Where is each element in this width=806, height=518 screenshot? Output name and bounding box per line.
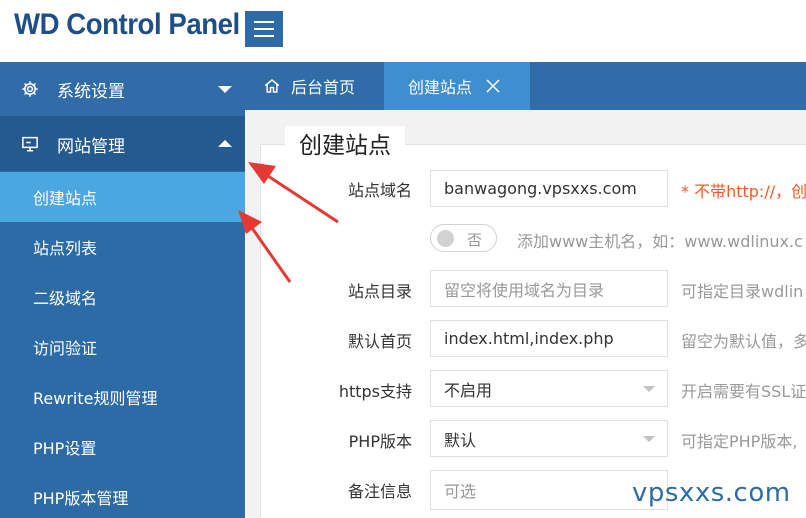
tab-home[interactable]: 后台首页 (245, 62, 383, 110)
https-hint: 开启需要有SSL证 (681, 382, 806, 401)
note-label: 备注信息 (347, 482, 412, 501)
directory-input[interactable]: 留空将使用域名为目录 (430, 270, 668, 307)
menu-toggle-button[interactable] (245, 11, 283, 47)
gear-icon (20, 79, 40, 99)
domain-label: 站点域名 (347, 181, 412, 200)
tab-label: 后台首页 (291, 78, 356, 97)
https-select[interactable]: 不启用 (430, 370, 668, 407)
sidebar: 系统设置 网站管理 创建站点 站点列表 二级域名 访问验证 Rewrite规则管… (0, 62, 245, 518)
chevron-down-icon (218, 86, 232, 93)
chevron-down-icon (643, 435, 655, 442)
hamburger-icon (254, 21, 274, 23)
sidebar-item-access-auth[interactable]: 访问验证 (0, 322, 245, 372)
sidebar-item-site-list[interactable]: 站点列表 (0, 222, 245, 272)
www-toggle-switch[interactable]: 否 (430, 224, 497, 252)
php-version-selected-value: 默认 (444, 430, 477, 450)
app-logo-title: WD Control Panel (14, 8, 240, 41)
www-hint: 添加www主机名，如：www.wdlinux.c (517, 232, 803, 251)
switch-knob (437, 230, 454, 247)
sidebar-group-site-management[interactable]: 网站管理 (0, 117, 245, 171)
sidebar-item-php-settings[interactable]: PHP设置 (0, 422, 245, 472)
monitor-icon (20, 134, 40, 154)
index-hint: 留空为默认值，多 (681, 332, 806, 351)
https-label: https支持 (338, 382, 412, 401)
directory-hint: 可指定目录wdlin (681, 282, 804, 301)
tab-bar: 后台首页 创建站点 (245, 62, 806, 110)
chevron-up-icon (218, 140, 232, 147)
header: WD Control Panel (0, 0, 806, 62)
close-icon[interactable] (484, 77, 502, 95)
php-version-hint: 可指定PHP版本, (681, 432, 798, 451)
php-version-select[interactable]: 默认 (430, 420, 668, 457)
sidebar-group-system-settings[interactable]: 系统设置 (0, 62, 245, 116)
directory-label: 站点目录 (347, 282, 412, 301)
sidebar-group-label: 系统设置 (57, 81, 125, 102)
sidebar-item-php-version[interactable]: PHP版本管理 (0, 472, 245, 518)
php-version-label: PHP版本 (348, 432, 412, 451)
sidebar-item-subdomain[interactable]: 二级域名 (0, 272, 245, 322)
https-selected-value: 不启用 (444, 380, 493, 400)
sidebar-group-label: 网站管理 (57, 136, 125, 157)
home-icon (263, 77, 281, 95)
switch-state-text: 否 (467, 231, 483, 249)
sidebar-item-create-site[interactable]: 创建站点 (0, 172, 245, 222)
domain-input[interactable]: banwagong.vpsxxs.com (430, 170, 668, 207)
form-legend: 创建站点 (285, 126, 405, 160)
tab-label: 创建站点 (408, 78, 473, 97)
tab-create-site[interactable]: 创建站点 (384, 62, 530, 110)
domain-hint: * 不带http://，创 (681, 182, 806, 201)
index-label: 默认首页 (347, 332, 412, 351)
index-input[interactable]: index.html,index.php (430, 320, 668, 357)
watermark: vpsxxs.com (632, 478, 791, 508)
sidebar-item-rewrite-rules[interactable]: Rewrite规则管理 (0, 372, 245, 422)
chevron-down-icon (643, 385, 655, 392)
